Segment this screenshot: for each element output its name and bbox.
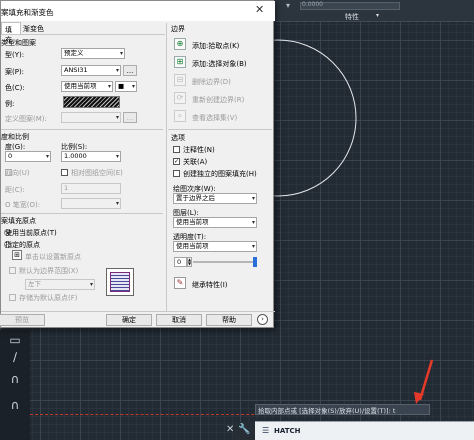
annotation-arrow (414, 359, 434, 404)
